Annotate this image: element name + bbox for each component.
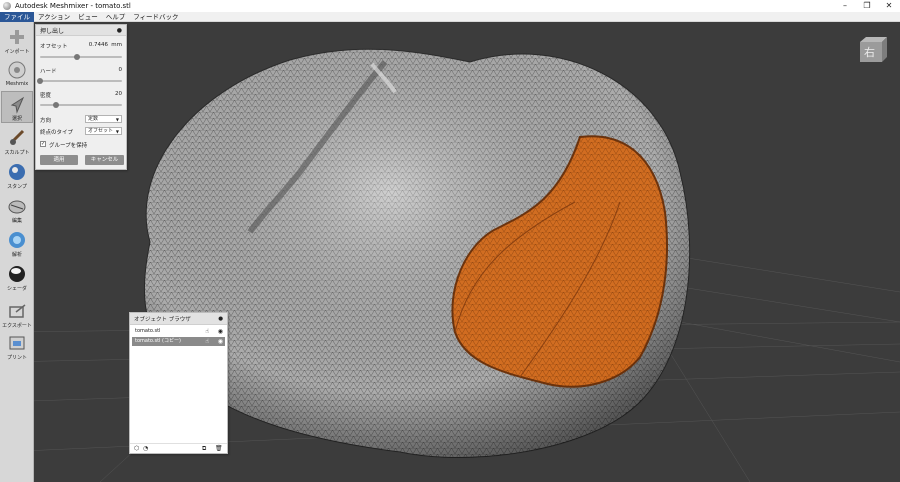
density-value[interactable]: 20 (115, 91, 122, 97)
trash-icon[interactable]: 🗑 (215, 445, 223, 452)
view-cube-face-label: 右 (864, 46, 875, 59)
object-browser-footer: ⬡ ◔ ⧉ 🗑 (130, 443, 227, 453)
hand-icon[interactable]: ☝ (205, 327, 209, 336)
object-browser: オブジェクト ブラウザ ● tomato.stl ☝ ◉ tomato.stl … (129, 312, 228, 454)
offset-unit: mm (111, 42, 122, 48)
preserve-groups-checkbox[interactable]: ✓ (40, 141, 46, 147)
object-row[interactable]: tomato.stl ☝ ◉ (132, 327, 225, 336)
restore-button[interactable]: ❐ (856, 0, 878, 12)
tool-edit-label: 編集 (11, 218, 22, 224)
tool-print[interactable]: プリント (1, 330, 33, 362)
eye-icon[interactable]: ◉ (218, 327, 223, 336)
density-slider-knob[interactable] (53, 102, 60, 108)
title-bar: Autodesk Meshmixer - tomato.stl – ❐ ✕ (0, 0, 900, 12)
tool-shader-label: シェーダ (6, 286, 27, 292)
direction-label: 方向 (40, 118, 52, 124)
tool-analysis-label: 解析 (11, 252, 22, 258)
cube-icon[interactable]: ⬡ (134, 445, 139, 452)
menu-actions[interactable]: アクション (34, 12, 74, 22)
extrude-panel-header: 押し出し ● (36, 25, 126, 36)
eye-icon[interactable]: ◉ (218, 337, 223, 346)
left-toolbar: インポート Meshmix 選択 スカルプト スタンプ 編集 解析 シェーダ エ… (0, 22, 34, 482)
harden-value[interactable]: 0 (119, 67, 123, 73)
harden-slider[interactable] (37, 78, 122, 84)
harden-label: ハード (40, 69, 57, 75)
window-controls: – ❐ ✕ (834, 0, 900, 12)
tool-select-label: 選択 (11, 116, 22, 122)
offset-slider[interactable] (40, 54, 122, 60)
object-row-selected[interactable]: tomato.stl (コピー) ☝ ◉ (132, 337, 225, 346)
menu-help[interactable]: ヘルプ (102, 12, 130, 22)
link-icon[interactable]: ◔ (143, 445, 148, 452)
select-arrow-icon (7, 95, 27, 114)
chevron-down-icon: ▼ (115, 117, 119, 122)
analysis-icon (7, 230, 27, 250)
density-slider[interactable] (40, 102, 122, 108)
menu-view[interactable]: ビュー (74, 12, 102, 22)
print-icon (7, 333, 27, 353)
endtype-label: 終点のタイプ (40, 130, 74, 136)
harden-slider-knob[interactable] (37, 78, 43, 84)
extrude-panel-title: 押し出し (40, 27, 65, 35)
direction-select[interactable]: 定数 ▼ (85, 115, 122, 123)
tool-sculpt-label: スカルプト (4, 150, 30, 156)
tool-select[interactable]: 選択 (1, 91, 33, 123)
endtype-select-value: オフセット (88, 128, 114, 134)
window-title: Autodesk Meshmixer - tomato.stl (15, 2, 131, 10)
export-icon (7, 301, 27, 321)
apply-button[interactable]: 適用 (40, 155, 78, 165)
tool-export-label: エクスポート (2, 323, 32, 329)
tool-meshmix[interactable]: Meshmix (1, 57, 33, 89)
hand-icon[interactable]: ☝ (205, 337, 209, 346)
menu-bar: ファイル アクション ビュー ヘルプ フィードバック (0, 11, 900, 22)
object-name: tomato.stl (135, 328, 161, 334)
menu-file[interactable]: ファイル (0, 11, 34, 22)
tool-import[interactable]: インポート (1, 24, 33, 56)
extrude-panel: 押し出し ● オフセット 0.7446 mm ハード 0 密度 20 方向 定数… (35, 24, 127, 170)
menu-feedback[interactable]: フィードバック (129, 12, 182, 22)
stamp-icon (7, 162, 27, 182)
density-row: 密度 20 (40, 91, 122, 99)
tool-analysis[interactable]: 解析 (1, 227, 33, 259)
panel-settings-icon[interactable]: ● (117, 27, 122, 34)
object-browser-header: オブジェクト ブラウザ ● (130, 313, 227, 325)
offset-value[interactable]: 0.7446 (89, 42, 108, 48)
offset-label: オフセット (40, 44, 68, 50)
view-cube[interactable]: 右 (858, 36, 888, 64)
tool-import-label: インポート (4, 49, 30, 55)
panel-settings-icon[interactable]: ● (218, 316, 223, 322)
object-name: tomato.stl (コピー) (135, 338, 181, 344)
close-button[interactable]: ✕ (878, 0, 900, 12)
minimize-button[interactable]: – (834, 0, 856, 12)
harden-row: ハード 0 (40, 67, 122, 75)
plus-icon (7, 27, 27, 47)
offset-slider-knob[interactable] (73, 54, 80, 60)
cancel-button[interactable]: キャンセル (85, 155, 124, 165)
tool-export[interactable]: エクスポート (1, 298, 33, 330)
object-browser-title: オブジェクト ブラウザ (134, 316, 191, 323)
tool-meshmix-label: Meshmix (5, 81, 29, 87)
duplicate-icon[interactable]: ⧉ (202, 445, 206, 453)
density-label: 密度 (40, 93, 52, 99)
tool-print-label: プリント (6, 355, 27, 361)
meshmixer-logo-icon (3, 2, 11, 10)
preserve-groups-label: グループを保持 (49, 143, 88, 149)
shader-icon (7, 264, 27, 284)
edit-icon (7, 196, 27, 216)
tool-sculpt[interactable]: スカルプト (1, 125, 33, 157)
meshmix-icon (7, 60, 27, 80)
tool-edit[interactable]: 編集 (1, 193, 33, 225)
direction-select-value: 定数 (88, 116, 99, 122)
tool-stamp[interactable]: スタンプ (1, 159, 33, 191)
chevron-down-icon: ▼ (115, 129, 119, 134)
endtype-select[interactable]: オフセット ▼ (85, 127, 122, 135)
tool-stamp-label: スタンプ (7, 184, 27, 190)
offset-row: オフセット 0.7446 mm (40, 42, 122, 50)
brush-icon (7, 128, 27, 148)
tool-shader[interactable]: シェーダ (1, 261, 33, 293)
